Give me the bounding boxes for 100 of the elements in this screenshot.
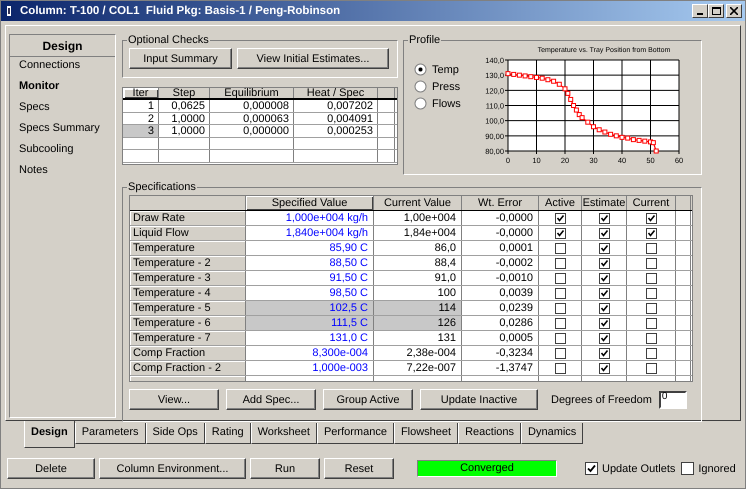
checkbox[interactable] <box>646 302 656 314</box>
checkbox[interactable] <box>646 362 656 374</box>
checkbox[interactable]: Ignored <box>681 462 736 475</box>
checkbox[interactable] <box>646 272 656 284</box>
tab[interactable]: Rating <box>204 423 251 444</box>
tab[interactable]: Design <box>24 421 75 448</box>
footer-button[interactable]: Column Environment... <box>99 458 246 479</box>
row-header[interactable]: Temperature - 5 <box>130 301 246 315</box>
tab[interactable]: Parameters <box>74 423 146 444</box>
checkbox[interactable] <box>598 302 610 314</box>
column-header[interactable]: Step <box>159 88 210 98</box>
spec-button[interactable]: Update Inactive <box>420 389 538 410</box>
row-header[interactable]: Draw Rate <box>130 211 246 225</box>
row-header[interactable]: Temperature <box>130 241 246 255</box>
row-header[interactable]: Comp Fraction <box>130 346 246 360</box>
table-cell[interactable]: 88,50 C <box>246 256 374 270</box>
checkbox[interactable]: Update Outlets <box>585 462 676 475</box>
radio-button[interactable]: Press <box>414 80 466 93</box>
checkbox[interactable] <box>646 348 656 358</box>
checkbox[interactable] <box>646 242 656 254</box>
spec-button[interactable]: View... <box>129 389 219 410</box>
checkbox-icon[interactable] <box>681 462 694 475</box>
row-header[interactable]: Comp Fraction - 2 <box>130 361 246 375</box>
column-header[interactable]: Estimate <box>582 196 627 210</box>
checkbox[interactable] <box>598 348 610 358</box>
sidebar-item[interactable]: Specs Summary <box>10 120 115 141</box>
checkbox[interactable] <box>554 348 566 358</box>
degrees-of-freedom-field[interactable]: 0 <box>658 390 687 408</box>
row-header[interactable]: Temperature - 7 <box>130 331 246 345</box>
check-button[interactable]: Input Summary <box>129 48 232 69</box>
checkbox[interactable] <box>598 272 610 284</box>
checkbox[interactable] <box>598 362 610 374</box>
footer-button[interactable]: Reset <box>324 458 394 479</box>
sidebar-item[interactable]: Monitor <box>10 78 115 99</box>
checkbox-icon[interactable] <box>585 462 598 475</box>
maximize-button[interactable] <box>708 4 724 18</box>
checkbox[interactable] <box>598 332 610 344</box>
footer-button[interactable]: Run <box>250 458 320 479</box>
tab[interactable]: Worksheet <box>250 423 317 444</box>
checkbox[interactable] <box>554 258 566 268</box>
checkbox[interactable] <box>646 318 656 328</box>
table-cell[interactable]: 91,50 C <box>246 271 374 285</box>
row-header[interactable]: Temperature - 3 <box>130 271 246 285</box>
column-header[interactable]: Current Value <box>374 196 462 210</box>
row-header[interactable]: Liquid Flow <box>130 226 246 240</box>
column-header[interactable]: Heat / Spec <box>294 88 378 98</box>
checkbox[interactable] <box>554 332 566 344</box>
table-cell[interactable]: 8,300e-004 <box>246 346 374 360</box>
table-cell[interactable]: 131,0 C <box>246 331 374 345</box>
table-cell[interactable]: 1,000e-003 <box>246 361 374 375</box>
spec-button[interactable]: Group Active <box>323 389 413 410</box>
checkbox[interactable] <box>646 288 656 298</box>
checkbox[interactable] <box>554 228 566 238</box>
row-header[interactable]: Temperature - 6 <box>130 316 246 330</box>
checkbox[interactable] <box>598 242 610 254</box>
checkbox[interactable] <box>598 288 610 298</box>
column-header[interactable]: Current <box>627 196 676 210</box>
spec-button[interactable]: Add Spec... <box>226 389 316 410</box>
radio-icon[interactable] <box>414 97 427 110</box>
radio-icon[interactable] <box>414 80 427 93</box>
radio-button[interactable]: Temp <box>414 63 466 76</box>
sidebar-item[interactable]: Subcooling <box>10 141 115 162</box>
column-header[interactable]: Equilibrium <box>210 88 294 98</box>
checkbox[interactable] <box>646 212 656 224</box>
table-cell[interactable]: 98,50 C <box>246 286 374 300</box>
checkbox[interactable] <box>646 332 656 344</box>
sidebar-item[interactable]: Notes <box>10 162 115 183</box>
column-header[interactable]: Wt. Error <box>462 196 539 210</box>
check-button[interactable]: View Initial Estimates... <box>237 48 389 69</box>
checkbox[interactable] <box>554 212 566 224</box>
column-header[interactable]: Iter <box>123 88 159 98</box>
checkbox[interactable] <box>554 272 566 284</box>
checkbox[interactable] <box>598 258 610 268</box>
radio-icon[interactable] <box>414 63 427 76</box>
close-button[interactable] <box>726 4 742 18</box>
tab[interactable]: Flowsheet <box>394 423 458 444</box>
table-cell[interactable]: 102,5 C <box>246 301 374 315</box>
tab[interactable]: Performance <box>316 423 394 444</box>
checkbox[interactable] <box>554 288 566 298</box>
table-cell[interactable]: 85,90 C <box>246 241 374 255</box>
checkbox[interactable] <box>646 228 656 238</box>
checkbox[interactable] <box>554 302 566 314</box>
sidebar-item[interactable]: Connections <box>10 57 115 78</box>
row-header[interactable]: Temperature - 2 <box>130 256 246 270</box>
column-header[interactable]: Active <box>539 196 582 210</box>
checkbox[interactable] <box>598 212 610 224</box>
table-cell[interactable]: 111,5 C <box>246 316 374 330</box>
checkbox[interactable] <box>598 318 610 328</box>
checkbox[interactable] <box>554 318 566 328</box>
checkbox[interactable] <box>554 362 566 374</box>
table-cell[interactable]: 1,840e+004 kg/h <box>246 226 374 240</box>
tab[interactable]: Side Ops <box>146 423 205 444</box>
sidebar-item[interactable]: Specs <box>10 99 115 120</box>
column-header[interactable]: Specified Value <box>246 196 374 210</box>
checkbox[interactable] <box>646 258 656 268</box>
table-cell[interactable]: 1,000e+004 kg/h <box>246 211 374 225</box>
tab[interactable]: Dynamics <box>521 423 584 444</box>
checkbox[interactable] <box>554 242 566 254</box>
tab[interactable]: Reactions <box>458 423 522 444</box>
checkbox[interactable] <box>598 228 610 238</box>
